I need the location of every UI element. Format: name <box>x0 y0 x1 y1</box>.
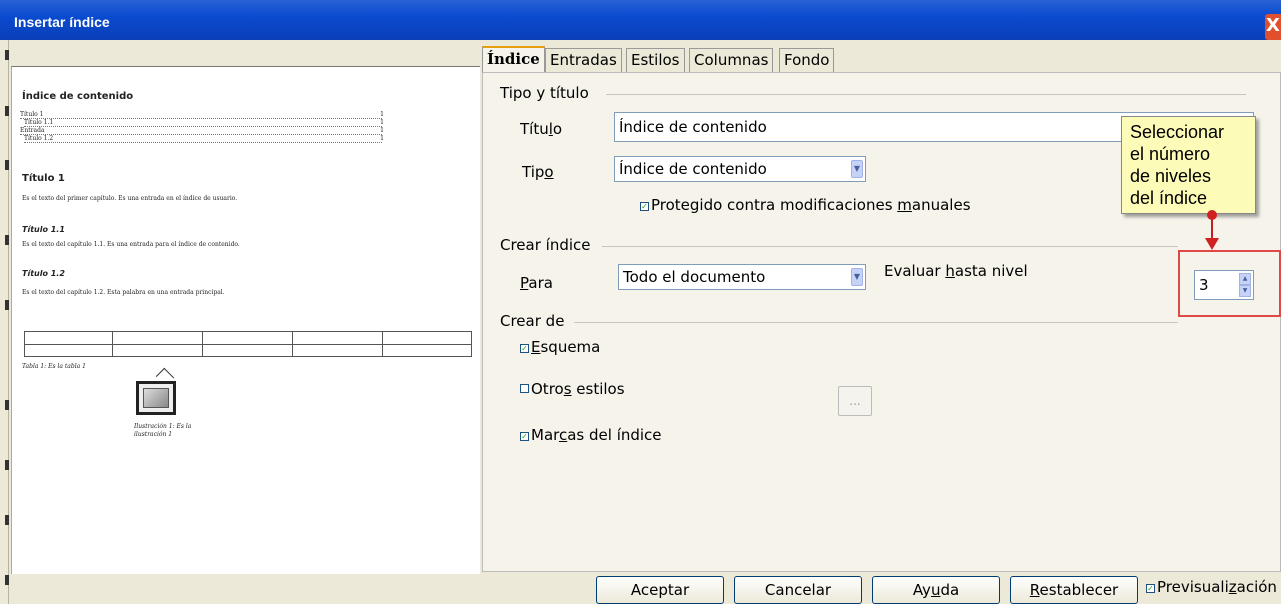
title-label: Título <box>520 120 563 138</box>
type-select[interactable]: Índice de contenido ▼ <box>614 156 866 182</box>
section-divider <box>574 322 1178 323</box>
table-cell <box>25 332 113 356</box>
insert-index-dialog: Insertar índice X Índice de contenido Tí… <box>0 0 1281 604</box>
for-label: Para <box>520 274 553 292</box>
preview-heading-1: Título 1 <box>22 173 65 184</box>
chevron-down-icon[interactable]: ▼ <box>851 160 863 178</box>
preview-figure-caption: Ilustración 1: Es la <box>134 423 192 430</box>
assign-styles-button[interactable]: ... <box>838 386 872 416</box>
title-bar[interactable]: Insertar índice X <box>0 0 1281 40</box>
preview-heading-1-1: Título 1.1 <box>22 225 65 234</box>
toc-entry-text: Título 1.2 <box>24 135 54 142</box>
toc-entry-page: 1 <box>380 135 384 142</box>
preview-paragraph-3: Es el texto del capítulo 1.2. Esta palab… <box>22 289 225 296</box>
protected-checkbox[interactable]: ✓ Protegido contra modificaciones manuale… <box>640 196 971 214</box>
preview-paragraph-2: Es el texto del capítulo 1.1. Es una ent… <box>22 241 240 248</box>
tab-indice[interactable]: Índice <box>482 46 545 72</box>
edge-mark <box>5 575 9 585</box>
section-create-from: Crear de <box>500 312 565 330</box>
checkbox-unchecked-icon <box>520 384 529 393</box>
outline-checkbox[interactable]: ✓ Esquema <box>520 338 600 356</box>
window-left-edge <box>0 40 9 604</box>
callout-line: el número <box>1130 144 1211 164</box>
checkbox-checked-icon: ✓ <box>1146 584 1155 593</box>
other-styles-checkbox[interactable]: Otros estilos <box>520 380 625 398</box>
table-cell <box>203 332 293 356</box>
ok-button[interactable]: Aceptar <box>596 576 724 604</box>
evaluate-level-label: Evaluar hasta nivel <box>884 262 1028 280</box>
toc-entry-page: 1 <box>380 119 384 126</box>
preview-toc-entry: Título 1 1 <box>20 111 384 119</box>
edge-mark <box>5 460 9 470</box>
edge-mark <box>5 160 9 170</box>
toc-entry-page: 1 <box>380 111 384 118</box>
window-title: Insertar índice <box>14 14 110 30</box>
preview-toc-entry: Título 1.2 1 <box>24 135 384 143</box>
preview-table-caption: Tabla 1: Es la tabla 1 <box>22 363 86 370</box>
scope-select[interactable]: Todo el documento ▼ <box>618 264 866 290</box>
tab-estilos[interactable]: Estilos <box>626 48 685 72</box>
toc-entry-text: Título 1.1 <box>24 119 54 126</box>
help-button[interactable]: Ayuda <box>872 576 1000 604</box>
callout-pointer-dot <box>1207 210 1217 220</box>
index-preview: Índice de contenido Título 1 1 Título 1.1… <box>11 66 480 574</box>
tab-entradas[interactable]: Entradas <box>545 48 622 72</box>
type-label: Tipo <box>522 163 554 181</box>
preview-figure-caption-2: ilustración 1 <box>134 431 173 438</box>
callout-line: de niveles <box>1130 166 1212 186</box>
edge-mark <box>5 106 9 116</box>
toc-entry-text: Entrada <box>20 127 45 134</box>
edge-mark <box>5 235 9 245</box>
table-cell <box>293 332 383 356</box>
highlight-box <box>1178 250 1281 317</box>
index-marks-checkbox[interactable]: ✓ Marcas del índice <box>520 426 662 444</box>
edge-mark <box>5 400 9 410</box>
annotation-callout: Seleccionar el número de niveles del índ… <box>1121 116 1256 214</box>
toc-entry-text: Título 1 <box>20 111 44 118</box>
chevron-down-icon[interactable]: ▼ <box>851 268 863 286</box>
preview-heading-1-2: Título 1.2 <box>22 269 65 278</box>
section-create-index: Crear índice <box>500 236 591 254</box>
edge-mark <box>5 515 9 525</box>
section-type-title: Tipo y título <box>500 84 589 102</box>
preview-toc-entry: Entrada 1 <box>20 127 384 135</box>
reset-button[interactable]: Restablecer <box>1010 576 1138 604</box>
table-cell <box>113 332 203 356</box>
cancel-button[interactable]: Cancelar <box>734 576 862 604</box>
preview-paragraph-1: Es el texto del primer capítulo. Es una … <box>22 195 238 202</box>
section-divider <box>606 94 1246 95</box>
tab-fondo[interactable]: Fondo <box>779 48 835 72</box>
close-icon[interactable]: X <box>1265 14 1281 40</box>
checkbox-checked-icon: ✓ <box>520 432 529 441</box>
preview-toc-entry: Título 1.1 1 <box>24 119 384 127</box>
tab-columnas[interactable]: Columnas <box>689 48 774 72</box>
edge-mark <box>5 50 9 60</box>
preview-checkbox[interactable]: ✓ Previsualización <box>1146 578 1277 596</box>
scope-select-value: Todo el documento <box>623 268 766 286</box>
preview-toc-heading: Índice de contenido <box>22 91 134 102</box>
checkbox-checked-icon: ✓ <box>520 344 529 353</box>
toc-entry-page: 1 <box>380 127 384 134</box>
callout-line: del índice <box>1130 188 1208 208</box>
type-select-value: Índice de contenido <box>619 160 767 178</box>
section-divider <box>602 246 1178 247</box>
preview-illustration-icon <box>136 381 176 415</box>
illustration-inner <box>143 388 169 408</box>
preview-table <box>24 331 472 357</box>
edge-mark <box>5 300 9 310</box>
checkbox-checked-icon: ✓ <box>640 202 649 211</box>
callout-arrow-icon <box>1205 238 1219 250</box>
callout-line: Seleccionar <box>1130 122 1225 142</box>
